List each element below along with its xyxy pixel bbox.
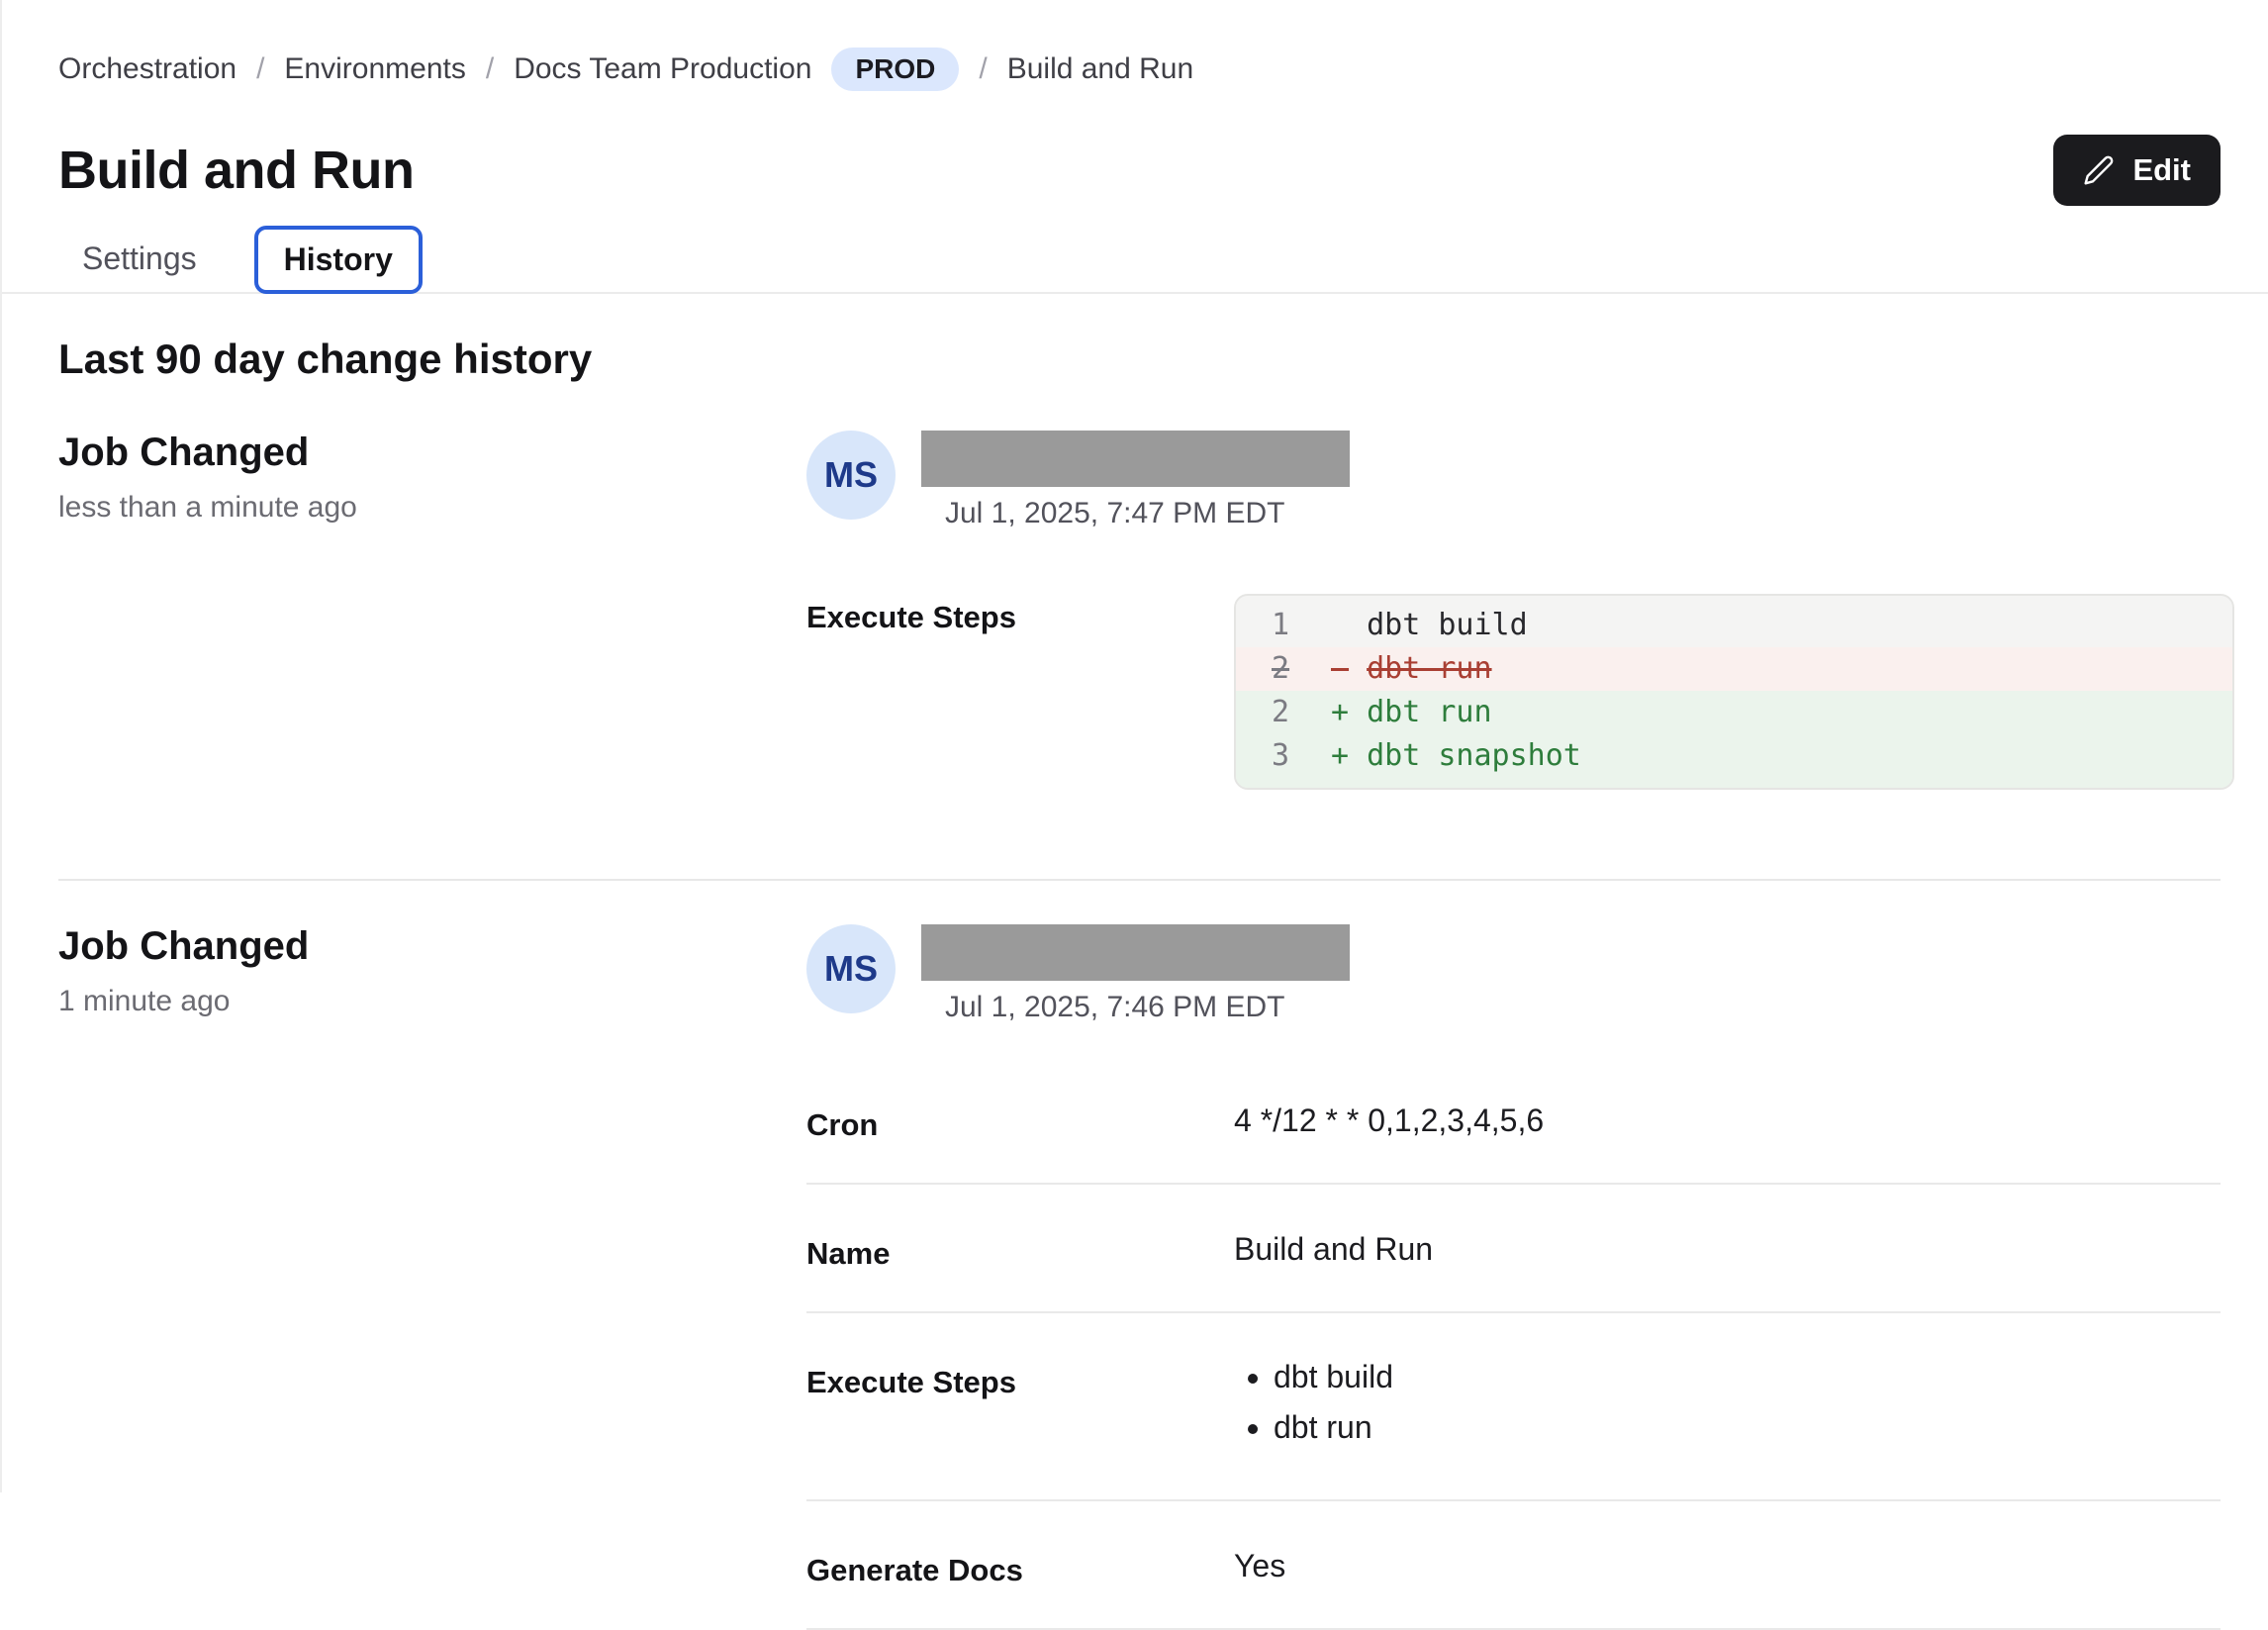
avatar: MS	[806, 431, 896, 520]
breadcrumb-environments[interactable]: Environments	[284, 52, 465, 86]
detail-value: Yes	[1234, 1547, 2221, 1584]
diff-prefix	[1331, 604, 1367, 647]
diff-prefix: +	[1331, 691, 1367, 734]
entry-changes: Execute Steps 1 dbt build 2 -dbt run 2 +	[806, 594, 2221, 790]
redacted-author-name	[921, 924, 1350, 981]
timestamp: Jul 1, 2025, 7:47 PM EDT	[945, 497, 1350, 530]
breadcrumb-separator: /	[979, 52, 987, 86]
tab-history[interactable]: History	[254, 226, 423, 294]
detail-row-name: Name Build and Run	[806, 1185, 2221, 1313]
diff-line-removed: 2 -dbt run	[1236, 647, 2232, 691]
entry-detail-column: MS Jul 1, 2025, 7:47 PM EDT Execute Step…	[806, 431, 2221, 790]
detail-label: Execute Steps	[806, 1359, 1234, 1400]
diff-text: dbt snapshot	[1367, 734, 1581, 778]
environment-prod-badge: PROD	[831, 48, 959, 91]
author-block: Jul 1, 2025, 7:46 PM EDT	[921, 924, 1350, 1024]
breadcrumb: Orchestration / Environments / Docs Team…	[58, 48, 2221, 91]
entry-author: MS Jul 1, 2025, 7:47 PM EDT	[806, 431, 2221, 530]
detail-row-cron: Cron 4 */12 * * 0,1,2,3,4,5,6	[806, 1074, 2221, 1185]
diff-text: dbt run	[1367, 691, 1491, 734]
event-name: Job Changed	[58, 924, 806, 969]
diff-line-added: 3 +dbt snapshot	[1236, 734, 2232, 788]
diff-prefix: +	[1331, 734, 1367, 778]
event-relative-time: less than a minute ago	[58, 491, 806, 525]
diff-line-number: 2	[1272, 691, 1331, 734]
detail-row-execute-steps: Execute Steps dbt build dbt run	[806, 1313, 2221, 1501]
change-history-heading: Last 90 day change history	[58, 336, 2221, 383]
breadcrumb-current-page: Build and Run	[1007, 52, 1193, 86]
pencil-icon	[2083, 154, 2115, 186]
entry-author: MS Jul 1, 2025, 7:46 PM EDT	[806, 924, 2221, 1024]
history-entry: Job Changed less than a minute ago MS Ju…	[58, 431, 2221, 790]
breadcrumb-separator: /	[256, 52, 264, 86]
diff-line-context: 1 dbt build	[1236, 596, 2232, 647]
entry-divider	[58, 879, 2221, 881]
diff-line-number: 2	[1272, 647, 1331, 691]
execute-steps-list: dbt build dbt run	[1234, 1359, 2221, 1460]
entry-detail-column: MS Jul 1, 2025, 7:46 PM EDT Cron 4 */12 …	[806, 924, 2221, 1630]
entry-event-column: Job Changed 1 minute ago	[58, 924, 806, 1018]
history-entry: Job Changed 1 minute ago MS Jul 1, 2025,…	[58, 924, 2221, 1630]
detail-value: Build and Run	[1234, 1230, 2221, 1268]
diff-line-number: 1	[1272, 604, 1331, 647]
diff-line-number: 3	[1272, 734, 1331, 778]
entry-changes: Cron 4 */12 * * 0,1,2,3,4,5,6 Name Build…	[806, 1074, 2221, 1630]
timestamp: Jul 1, 2025, 7:46 PM EDT	[945, 991, 1350, 1024]
change-label: Execute Steps	[806, 594, 1234, 635]
event-relative-time: 1 minute ago	[58, 985, 806, 1018]
detail-row-generate-docs: Generate Docs Yes	[806, 1501, 2221, 1630]
title-row: Build and Run Edit	[58, 135, 2221, 206]
breadcrumb-separator: /	[486, 52, 494, 86]
entry-event-column: Job Changed less than a minute ago	[58, 431, 806, 525]
execute-steps-diff: 1 dbt build 2 -dbt run 2 +dbt run 3	[1234, 594, 2234, 790]
tab-bar: Settings History	[2, 226, 2268, 294]
event-name: Job Changed	[58, 431, 806, 475]
edit-button-label: Edit	[2132, 152, 2191, 188]
diff-text: dbt build	[1367, 604, 1528, 647]
diff-line-added: 2 +dbt run	[1236, 691, 2232, 734]
list-item: dbt build	[1274, 1359, 2221, 1395]
edit-button[interactable]: Edit	[2053, 135, 2221, 206]
page: Orchestration / Environments / Docs Team…	[2, 0, 2268, 1630]
detail-label: Name	[806, 1230, 1234, 1272]
diff-text: dbt run	[1367, 647, 1491, 691]
diff-prefix: -	[1331, 647, 1367, 691]
detail-value: 4 */12 * * 0,1,2,3,4,5,6	[1234, 1102, 2221, 1139]
detail-label: Generate Docs	[806, 1547, 1234, 1588]
page-title: Build and Run	[58, 140, 414, 201]
breadcrumb-orchestration[interactable]: Orchestration	[58, 52, 236, 86]
change-row: Execute Steps 1 dbt build 2 -dbt run 2 +	[806, 594, 2221, 790]
author-block: Jul 1, 2025, 7:47 PM EDT	[921, 431, 1350, 530]
detail-label: Cron	[806, 1102, 1234, 1143]
breadcrumb-environment-name[interactable]: Docs Team Production	[514, 52, 811, 86]
list-item: dbt run	[1274, 1409, 2221, 1446]
redacted-author-name	[921, 431, 1350, 487]
avatar: MS	[806, 924, 896, 1013]
tab-settings[interactable]: Settings	[58, 227, 221, 291]
